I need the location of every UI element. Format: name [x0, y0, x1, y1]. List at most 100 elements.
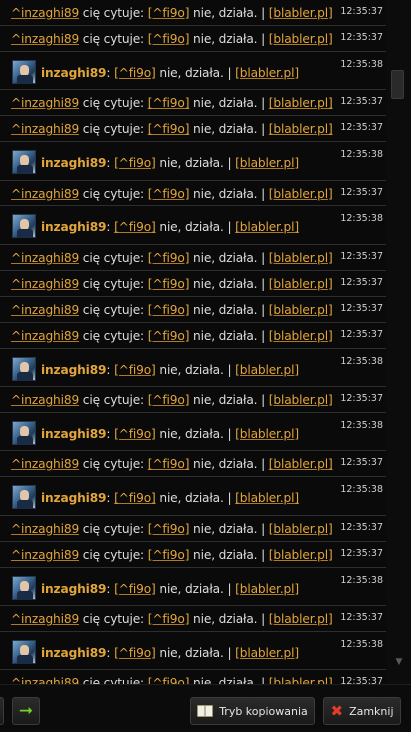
- author-nick-link[interactable]: ^inzaghi89: [11, 329, 79, 343]
- quote-row: ^inzaghi89 cię cytuje: [^fi9o] nie, dzia…: [0, 606, 386, 632]
- quoted-user-link[interactable]: [^fi9o]: [148, 277, 190, 291]
- avatar[interactable]: [12, 639, 36, 664]
- source-link[interactable]: [blabler.pl]: [269, 277, 333, 291]
- quoted-user-link[interactable]: [^fi9o]: [114, 363, 156, 377]
- source-link[interactable]: [blabler.pl]: [269, 522, 333, 536]
- quoted-user-link[interactable]: [^fi9o]: [148, 522, 190, 536]
- message-text: ^inzaghi89 cię cytuje: [^fi9o] nie, dzia…: [11, 96, 333, 110]
- scrollbar-thumb[interactable]: [391, 70, 404, 99]
- author-nick-link[interactable]: ^inzaghi89: [11, 393, 79, 407]
- author-nick-link[interactable]: ^inzaghi89: [11, 457, 79, 471]
- source-link[interactable]: [blabler.pl]: [269, 457, 333, 471]
- quoted-user-link[interactable]: [^fi9o]: [148, 122, 190, 136]
- quoted-user-link[interactable]: [^fi9o]: [148, 187, 190, 201]
- avatar[interactable]: [12, 150, 36, 175]
- source-link[interactable]: [blabler.pl]: [269, 187, 333, 201]
- avatar[interactable]: [12, 575, 36, 600]
- quoted-user-link[interactable]: [^fi9o]: [148, 393, 190, 407]
- author-nick-link[interactable]: ^inzaghi89: [11, 251, 79, 265]
- source-link[interactable]: [blabler.pl]: [269, 676, 333, 684]
- quoted-user-link[interactable]: [^fi9o]: [148, 457, 190, 471]
- quoted-user-link[interactable]: [^fi9o]: [114, 66, 156, 80]
- author-nick-link[interactable]: ^inzaghi89: [11, 676, 79, 684]
- author-nick-link[interactable]: ^inzaghi89: [11, 277, 79, 291]
- source-link[interactable]: [blabler.pl]: [269, 393, 333, 407]
- message-body: nie, działa. |: [159, 220, 232, 235]
- send-button[interactable]: ➞: [12, 697, 40, 725]
- author-nick-link[interactable]: inzaghi89: [41, 582, 107, 596]
- quoted-user-link[interactable]: [^fi9o]: [148, 251, 190, 265]
- author-nick-link[interactable]: inzaghi89: [41, 66, 107, 80]
- source-link[interactable]: [blabler.pl]: [269, 32, 333, 46]
- quoted-user-link[interactable]: [^fi9o]: [114, 582, 156, 596]
- author-nick-link[interactable]: ^inzaghi89: [11, 187, 79, 201]
- quoted-user-link[interactable]: [^fi9o]: [148, 6, 190, 20]
- source-link[interactable]: [blabler.pl]: [269, 251, 333, 265]
- source-link[interactable]: [blabler.pl]: [269, 122, 333, 136]
- message-feed[interactable]: ^inzaghi89 cię cytuje: [^fi9o] nie, dzia…: [0, 0, 386, 684]
- author-nick-link[interactable]: ^inzaghi89: [11, 522, 79, 536]
- author-nick-link[interactable]: inzaghi89: [41, 491, 107, 505]
- quote-notice: cię cytuje:: [82, 328, 144, 343]
- quote-row: ^inzaghi89 cię cytuje: [^fi9o] nie, dzia…: [0, 451, 386, 478]
- left-edge-button[interactable]: [0, 697, 4, 725]
- message-text: ^inzaghi89 cię cytuje: [^fi9o] nie, dzia…: [11, 303, 333, 317]
- author-nick-link[interactable]: ^inzaghi89: [11, 32, 79, 46]
- source-link[interactable]: [blabler.pl]: [235, 491, 299, 505]
- source-link[interactable]: [blabler.pl]: [235, 582, 299, 596]
- source-link[interactable]: [blabler.pl]: [235, 427, 299, 441]
- author-nick-link[interactable]: ^inzaghi89: [11, 612, 79, 626]
- author-nick-link[interactable]: inzaghi89: [41, 646, 107, 660]
- message-body: nie, działa. |: [193, 457, 266, 472]
- post-row: inzaghi89: [^fi9o] nie, działa. | [blabl…: [0, 413, 386, 452]
- timestamp: 12:35:37: [340, 186, 383, 198]
- quoted-user-link[interactable]: [^fi9o]: [148, 548, 190, 562]
- close-button[interactable]: ✖ Zamknij: [323, 697, 401, 725]
- avatar[interactable]: [12, 59, 36, 84]
- source-link[interactable]: [blabler.pl]: [235, 646, 299, 660]
- quoted-user-link[interactable]: [^fi9o]: [114, 156, 156, 170]
- author-nick-link[interactable]: ^inzaghi89: [11, 122, 79, 136]
- quoted-user-link[interactable]: [^fi9o]: [148, 676, 190, 684]
- author-nick-link[interactable]: ^inzaghi89: [11, 96, 79, 110]
- author-nick-link[interactable]: inzaghi89: [41, 220, 107, 234]
- author-nick-link[interactable]: ^inzaghi89: [11, 6, 79, 20]
- quoted-user-link[interactable]: [^fi9o]: [114, 220, 156, 234]
- source-link[interactable]: [blabler.pl]: [235, 156, 299, 170]
- author-nick-link[interactable]: ^inzaghi89: [11, 303, 79, 317]
- avatar[interactable]: [12, 420, 36, 445]
- source-link[interactable]: [blabler.pl]: [269, 6, 333, 20]
- author-nick-link[interactable]: inzaghi89: [41, 156, 107, 170]
- vertical-scrollbar[interactable]: ▼: [387, 0, 411, 684]
- author-nick-link[interactable]: inzaghi89: [41, 363, 107, 377]
- post-row: inzaghi89: [^fi9o] nie, działa. | [blabl…: [0, 206, 386, 245]
- source-link[interactable]: [blabler.pl]: [269, 548, 333, 562]
- avatar[interactable]: [12, 485, 36, 510]
- source-link[interactable]: [blabler.pl]: [235, 363, 299, 377]
- source-link[interactable]: [blabler.pl]: [269, 329, 333, 343]
- copy-mode-button[interactable]: Tryb kopiowania: [190, 697, 315, 725]
- avatar[interactable]: [12, 356, 36, 381]
- quoted-user-link[interactable]: [^fi9o]: [114, 646, 156, 660]
- quoted-user-link[interactable]: [^fi9o]: [114, 491, 156, 505]
- timestamp: 12:35:37: [340, 547, 383, 559]
- message-body: nie, działa. |: [159, 426, 232, 441]
- source-link[interactable]: [blabler.pl]: [269, 303, 333, 317]
- quoted-user-link[interactable]: [^fi9o]: [148, 32, 190, 46]
- quoted-user-link[interactable]: [^fi9o]: [148, 612, 190, 626]
- avatar[interactable]: [12, 214, 36, 239]
- scroll-down-arrow-icon[interactable]: ▼: [387, 654, 411, 670]
- source-link[interactable]: [blabler.pl]: [269, 612, 333, 626]
- chat-window: ^inzaghi89 cię cytuje: [^fi9o] nie, dzia…: [0, 0, 411, 732]
- message-text: ^inzaghi89 cię cytuje: [^fi9o] nie, dzia…: [11, 329, 333, 343]
- close-x-icon: ✖: [330, 701, 344, 720]
- source-link[interactable]: [blabler.pl]: [235, 66, 299, 80]
- author-nick-link[interactable]: ^inzaghi89: [11, 548, 79, 562]
- source-link[interactable]: [blabler.pl]: [235, 220, 299, 234]
- source-link[interactable]: [blabler.pl]: [269, 96, 333, 110]
- quoted-user-link[interactable]: [^fi9o]: [148, 96, 190, 110]
- author-nick-link[interactable]: inzaghi89: [41, 427, 107, 441]
- quoted-user-link[interactable]: [^fi9o]: [114, 427, 156, 441]
- quoted-user-link[interactable]: [^fi9o]: [148, 303, 190, 317]
- quoted-user-link[interactable]: [^fi9o]: [148, 329, 190, 343]
